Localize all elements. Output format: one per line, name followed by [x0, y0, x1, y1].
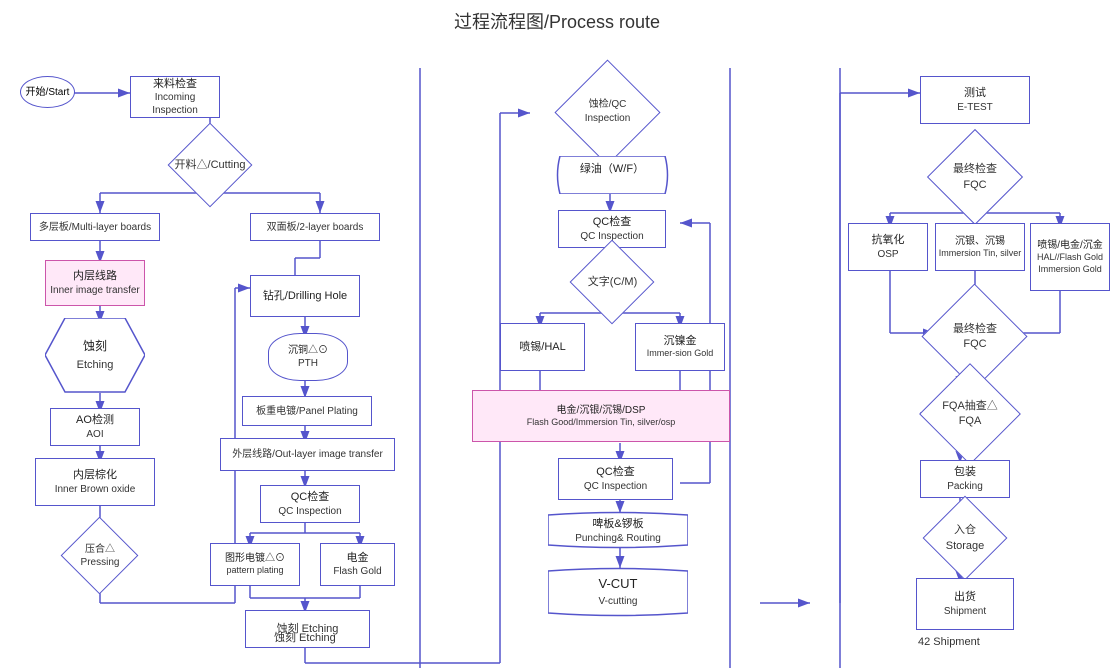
osp-node: 抗氧化 OSP — [848, 223, 928, 271]
qc3-node: QC检查 QC Inspection — [558, 458, 673, 500]
panel-plating-node: 板重电镀/Panel Plating — [242, 396, 372, 426]
e-test-cn: 测试 — [964, 86, 986, 100]
inner-image-cn: 内层线路 — [73, 269, 117, 283]
imm-gold-cn: 沉镍金 — [664, 334, 697, 348]
flowchart: 开始/Start 来料检查 Incoming Inspection 开料△/Cu… — [0, 38, 1114, 668]
imm-tin-silver-node: 沉银、沉锡 Immersion Tin, silver — [935, 223, 1025, 271]
qc-insp-top-node: 蚀检/QCInspection — [530, 83, 685, 141]
start-node: 开始/Start — [20, 76, 75, 108]
qc3-en: QC Inspection — [584, 480, 647, 493]
qc3-cn: QC检查 — [596, 465, 635, 479]
flash-good-cn: 电金/沉银/沉锡/DSP — [557, 404, 646, 417]
svg-text:绿油（W/F）: 绿油（W/F） — [580, 161, 644, 175]
drilling-node: 钻孔/Drilling Hole — [250, 275, 360, 317]
shipment-cn: 出货 — [954, 590, 976, 604]
qc1-cn: QC检查 — [291, 490, 330, 504]
storage-node: 入仓Storage — [913, 511, 1017, 566]
svg-text:啤板&锣板: 啤板&锣板 — [592, 516, 643, 530]
inner-image-node: 内层线路 Inner image transfer — [45, 260, 145, 306]
drilling-cn: 钻孔/Drilling Hole — [263, 289, 347, 303]
incoming-en: Incoming Inspection — [131, 91, 219, 117]
qc1-en: QC Inspection — [278, 505, 341, 518]
flash-good-en: Flash Good/Immersion Tin, silver/osp — [527, 417, 676, 429]
incoming-cn: 来料检查 — [153, 77, 197, 91]
cutting-node: 开料△/Cutting — [160, 146, 260, 184]
inner-image-en: Inner image transfer — [50, 284, 140, 297]
shipment-label-42: 42 Shipment — [918, 636, 980, 648]
hal-node: 喷锡/HAL — [500, 323, 585, 371]
multi-layer-node: 多层板/Multi-layer boards — [30, 213, 160, 241]
fqa-node: FQA抽查△FQA — [910, 380, 1030, 448]
hal-flash-node: 喷锡/电金/沉金 HAL//Flash Gold Immersion Gold — [1030, 223, 1110, 291]
pth-node: 沉铜△⊙ PTH — [268, 333, 348, 381]
fqc1-node: 最终检查FQC — [915, 150, 1035, 205]
svg-text:Etching: Etching — [77, 359, 114, 371]
double-layer-label: 双面板/2-layer boards — [267, 221, 364, 234]
vcut-node: V-CUT V-cutting — [548, 566, 688, 618]
osp-cn: 抗氧化 — [872, 233, 905, 247]
outer-image-label: 外层线路/Out-layer image transfer — [232, 448, 383, 461]
shipment-node: 出货 Shipment — [916, 578, 1014, 630]
svg-text:Punching& Routing: Punching& Routing — [575, 533, 661, 544]
fqc2-node: 最终检查FQC — [915, 303, 1035, 371]
aoi-cn: AO检测 — [76, 413, 114, 427]
pattern-plating-en: pattern plating — [226, 565, 283, 577]
flash-gold-cn: 电金 — [347, 551, 369, 565]
e-test-en: E-TEST — [957, 101, 993, 114]
double-layer-node: 双面板/2-layer boards — [250, 213, 380, 241]
flash-gold-node: 电金 Flash Gold — [320, 543, 395, 586]
hal-flash-en: HAL//Flash Gold Immersion Gold — [1037, 252, 1103, 275]
svg-text:V-cutting: V-cutting — [599, 596, 638, 607]
imm-gold-en: Immer-sion Gold — [647, 348, 714, 360]
flash-good-node: 电金/沉银/沉锡/DSP Flash Good/Immersion Tin, s… — [472, 390, 730, 442]
pth-en: PTH — [298, 357, 318, 370]
pressing-node: 压合△Pressing — [50, 526, 150, 586]
hal-cn: 喷锡/HAL — [519, 340, 565, 354]
packing-node: 包装 Packing — [920, 460, 1010, 498]
osp-en: OSP — [877, 248, 898, 261]
e-test-node: 测试 E-TEST — [920, 76, 1030, 124]
aoi-en: AOI — [86, 428, 103, 441]
multi-layer-label: 多层板/Multi-layer boards — [39, 221, 151, 234]
svg-text:蚀刻: 蚀刻 — [83, 339, 107, 353]
pattern-plating-node: 图形电镀△⊙ pattern plating — [210, 543, 300, 586]
outer-image-node: 外层线路/Out-layer image transfer — [220, 438, 395, 471]
text-cm-node: 文字(C/M) — [555, 258, 670, 306]
pth-cn: 沉铜△⊙ — [288, 344, 328, 357]
qc2-cn: QC检查 — [593, 215, 632, 229]
incoming-inspection-node: 来料检查 Incoming Inspection — [130, 76, 220, 118]
panel-plating-label: 板重电镀/Panel Plating — [256, 405, 358, 418]
page-title: 过程流程图/Process route — [0, 0, 1114, 38]
svg-text:V-CUT: V-CUT — [599, 576, 638, 591]
aoi-node: AO检测 AOI — [50, 408, 140, 446]
punching-node: 啤板&锣板 Punching& Routing — [548, 510, 688, 550]
pattern-plating-cn: 图形电镀△⊙ — [225, 552, 285, 565]
hal-flash-cn: 喷锡/电金/沉金 — [1037, 239, 1103, 252]
packing-en: Packing — [947, 480, 983, 493]
etching-label-047: 蚀刻 Etching — [274, 629, 336, 645]
etching-node: 蚀刻 Etching — [45, 318, 145, 393]
flash-gold-en: Flash Gold — [333, 565, 381, 578]
packing-cn: 包装 — [954, 465, 976, 479]
imm-tin-silver-en: Immersion Tin, silver — [939, 248, 1022, 260]
shipment-en: Shipment — [944, 605, 986, 618]
qc1-node: QC检查 QC Inspection — [260, 485, 360, 523]
green-oil-node: 绿油（W/F） — [555, 156, 670, 194]
inner-brown-en: Inner Brown oxide — [55, 483, 136, 496]
imm-gold-node: 沉镍金 Immer-sion Gold — [635, 323, 725, 371]
inner-brown-node: 内层棕化 Inner Brown oxide — [35, 458, 155, 506]
imm-tin-silver-cn: 沉银、沉锡 — [955, 235, 1005, 248]
inner-brown-cn: 内层棕化 — [73, 468, 117, 482]
start-label: 开始/Start — [26, 86, 70, 99]
